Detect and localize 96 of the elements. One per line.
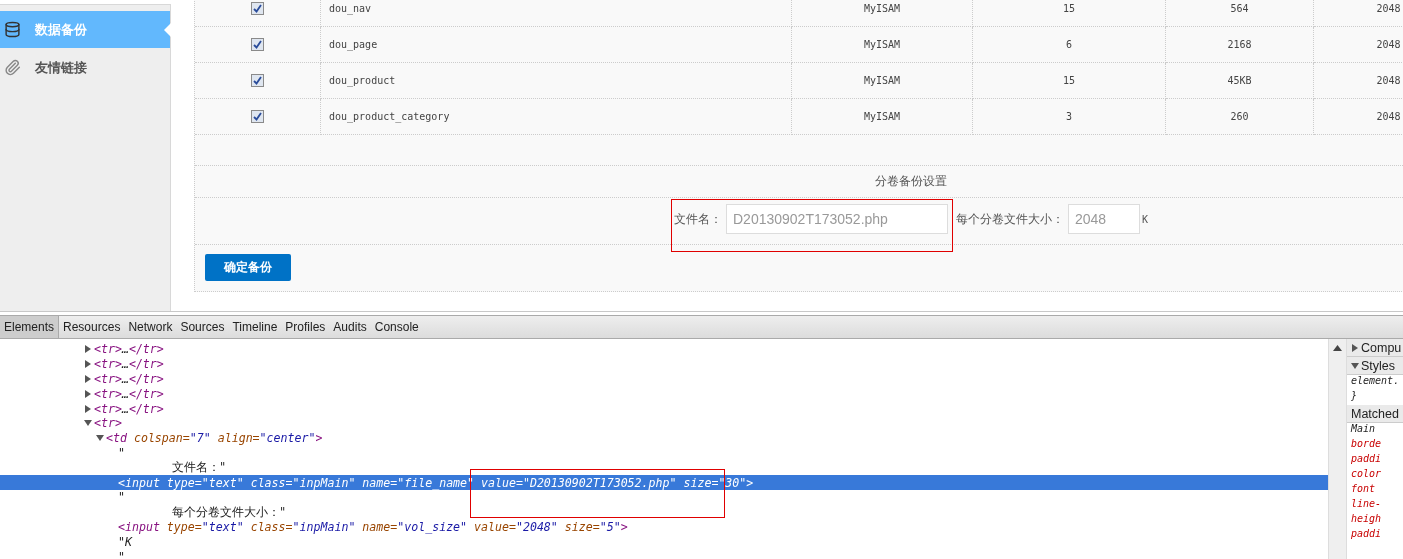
table-cell: 6	[1066, 39, 1072, 50]
paperclip-icon	[4, 59, 21, 76]
table-cell: 45KB	[1227, 75, 1252, 86]
style-rule-line: }	[1350, 390, 1359, 403]
dom-element-label: <tr>…</tr>	[94, 342, 164, 357]
styles-section-header[interactable]: Compu	[1347, 339, 1403, 357]
table-cell: MyISAM	[863, 111, 901, 122]
unit-label: K	[1142, 213, 1148, 225]
devtools-tab[interactable]: Network	[124, 316, 177, 338]
devtools-tab[interactable]: Resources	[59, 316, 125, 338]
collapsed-triangle-icon[interactable]	[84, 345, 92, 354]
table-cell: dou_nav	[329, 3, 372, 14]
table-cell: 260	[1230, 111, 1249, 122]
devtools-tab[interactable]: Timeline	[228, 316, 282, 338]
styles-section-header[interactable]: Styles	[1347, 357, 1403, 375]
table-cell: 2168	[1227, 39, 1252, 50]
table-cell: MyISAM	[863, 3, 901, 14]
expanded-triangle-icon[interactable]	[1351, 361, 1359, 370]
style-rule-line: color	[1350, 468, 1383, 481]
dom-tree-row[interactable]: 每个分卷文件大小："	[0, 504, 1328, 520]
dom-tree-row[interactable]: "	[0, 489, 1328, 505]
database-icon	[4, 21, 21, 38]
devtools-tab[interactable]: Elements	[0, 316, 60, 338]
collapsed-triangle-icon[interactable]	[84, 404, 92, 413]
dom-element-label: <tr>…</tr>	[94, 357, 164, 372]
style-rule-line: line-	[1350, 498, 1383, 511]
dom-text-label: "	[118, 549, 125, 559]
dom-element-label: <td colspan="7" align="center">	[106, 431, 323, 446]
dom-tree-row[interactable]: <tr>…</tr>	[0, 356, 1328, 372]
table-cell: 2048	[1376, 75, 1401, 86]
section-header-text: Compu	[1361, 340, 1402, 355]
devtools-tab[interactable]: Console	[370, 316, 423, 338]
dom-tree-row[interactable]: <input type="text" class="inpMain" name="vol_size" value="2048" size="5">	[0, 519, 1328, 535]
style-rule-line: paddi	[1350, 528, 1383, 541]
devtools-tab[interactable]: Profiles	[281, 316, 330, 338]
styles-section-header[interactable]: Matched	[1347, 405, 1403, 423]
dom-text-label: "	[118, 445, 125, 460]
field-label: 文件名：	[674, 210, 722, 228]
expanded-triangle-icon[interactable]	[96, 434, 104, 443]
dom-text-label: 每个分卷文件大小："	[172, 504, 286, 520]
table-cell: dou_page	[329, 39, 378, 50]
dom-tree-row[interactable]: 文件名："	[0, 460, 1328, 476]
confirm-backup-button[interactable]: 确定备份	[205, 254, 291, 281]
collapsed-triangle-icon[interactable]	[1351, 343, 1359, 352]
collapsed-triangle-icon[interactable]	[84, 375, 92, 383]
table-cell: dou_product	[329, 75, 396, 86]
scroll-up-icon[interactable]	[1333, 345, 1342, 351]
dom-text-label: "	[118, 490, 125, 505]
table-cell: 15	[1062, 3, 1075, 14]
section-header-text: Matched	[1351, 406, 1399, 421]
dom-tree-row[interactable]: "	[0, 549, 1328, 559]
checkbox[interactable]	[251, 2, 264, 15]
dom-text-label: "K	[118, 534, 132, 549]
dom-tree-row[interactable]: <tr>…</tr>	[0, 401, 1328, 416]
style-rule-line: Main	[1349, 423, 1377, 436]
table-cell: MyISAM	[863, 75, 901, 86]
dom-element-label: <tr>…</tr>	[94, 386, 164, 401]
table-cell: dou_product_category	[329, 111, 450, 122]
table-cell: 564	[1230, 3, 1249, 14]
dom-tree-row[interactable]: <td colspan="7" align="center">	[0, 430, 1328, 446]
dom-tree-row[interactable]: <tr>…</tr>	[0, 342, 1328, 357]
table-cell: MyISAM	[863, 39, 901, 50]
style-rule-line: element.	[1350, 375, 1401, 388]
table-cell: 2048	[1376, 111, 1401, 122]
table-cell: 15	[1062, 75, 1075, 86]
scrollbar[interactable]	[1328, 339, 1347, 559]
section-title: 分卷备份设置	[875, 173, 947, 190]
dom-tree-row[interactable]: <tr>…</tr>	[0, 386, 1328, 402]
table-cell: 2048	[1376, 3, 1401, 14]
collapsed-triangle-icon[interactable]	[84, 389, 92, 398]
style-rule-line: paddi	[1350, 453, 1383, 466]
dom-tree-row[interactable]: <tr>…</tr>	[0, 371, 1328, 387]
checkbox[interactable]	[251, 74, 264, 87]
style-rule-line: heigh	[1350, 513, 1383, 526]
table-cell: 3	[1066, 111, 1072, 122]
dom-element-label: <tr>…</tr>	[94, 401, 164, 416]
field-label: 每个分卷文件大小：	[956, 210, 1064, 228]
section-header-text: Styles	[1361, 358, 1396, 373]
devtools-tab[interactable]: Sources	[176, 316, 229, 338]
checkbox[interactable]	[251, 110, 264, 123]
dom-tree-row[interactable]: "	[0, 445, 1328, 461]
dom-tree-row[interactable]: "K	[0, 534, 1328, 550]
pointer-triangle-icon	[164, 23, 171, 37]
style-rule-line: font	[1350, 483, 1377, 496]
dom-tree-row[interactable]: <tr>	[0, 416, 1328, 431]
devtools-tab[interactable]: Audits	[329, 316, 371, 338]
checkbox[interactable]	[251, 38, 264, 51]
sidebar-item[interactable]: 友情链接	[0, 49, 170, 86]
dom-element-label: <tr>	[94, 416, 122, 431]
expanded-triangle-icon[interactable]	[84, 419, 92, 428]
table-cell: 2048	[1376, 39, 1401, 50]
collapsed-triangle-icon[interactable]	[84, 360, 92, 369]
dom-text-label: 文件名："	[172, 460, 226, 476]
dom-element-label: <input type="text" class="inpMain" name="vol_size" value="2048" size="5">	[118, 519, 628, 534]
style-rule-line: borde	[1350, 438, 1383, 451]
dom-element-label: <tr>…</tr>	[94, 372, 164, 386]
